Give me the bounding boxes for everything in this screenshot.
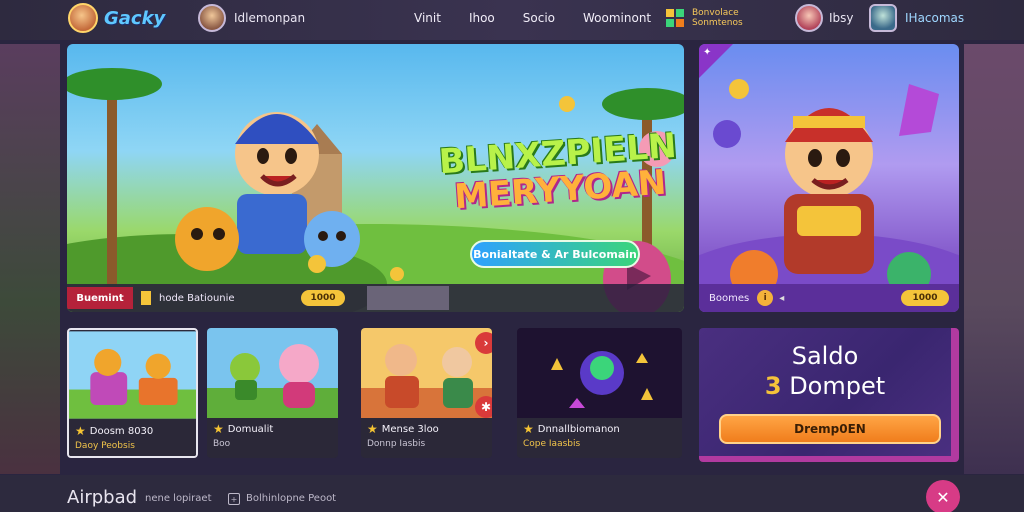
main-nav: Vinit Ihoo Socio Woominont [414,11,651,25]
top-nav-bar: Gacky Idlemonpan Vinit Ihoo Socio Woomin… [0,0,1024,40]
footer-subtitle: nene lopiraet [145,493,212,504]
wallet-amount-label: Dompet [789,372,886,400]
wallet-action-button[interactable]: Dremp0EN [719,414,941,444]
hero-bar-text: hode Batiounie [159,292,235,304]
promo-text: Bonvolace Sonmtenos [692,8,743,28]
friend-name: Ibsy [829,11,854,25]
game-tile-info: ★ Doosm 8030 Daoy Peobsis [69,420,196,456]
logo-avatar-icon [68,3,98,33]
game-tile-art [69,331,196,419]
sound-icon[interactable]: ◂ [779,293,784,304]
gift-cube-icon [666,9,684,27]
friend-profile[interactable]: Ibsy [795,4,854,32]
hero-bar-slot[interactable] [367,286,449,310]
footer-link[interactable]: Bolhinlopne Peoot [246,493,336,504]
hot-badge-icon: ✱ [475,396,492,418]
game-tile[interactable]: ★ Doosm 8030 Daoy Peobsis [67,328,198,458]
coin-box-icon [141,291,151,305]
coin-icon: i [757,290,774,306]
chat-fab-icon[interactable]: ✕ [926,480,960,512]
featured-info-bar: Boomes i ◂ 1000 [699,284,959,312]
user-profile[interactable]: Idlemonpan [198,4,305,32]
hero-cta-button[interactable]: Bonialtate & Ar Bulcomain [470,240,640,268]
nav-link-1[interactable]: Vinit [414,11,441,25]
star-icon: ★ [367,422,378,436]
game-tile-title: Dnnallbiomanon [537,423,620,435]
game-tile[interactable]: ★ Domualit Boo [207,328,338,458]
account-menu[interactable]: IHacomas [869,4,964,32]
featured-bar-value: 1000 [901,290,949,306]
hero-title: BLNXZPIELN MERYYOAN [437,126,681,218]
game-tile-info: ★ Dnnallbiomanon Cope Iaasbis [517,418,682,458]
wallet-amount: 3 Dompet [699,372,951,400]
hero-tag[interactable]: Buemint [67,287,133,309]
game-tile-title: Mense 3loo [381,423,439,435]
game-tile-info: ★ Domualit Boo [207,418,338,458]
game-tile[interactable]: › ✱ ★ Mense 3loo Donnp Iasbis [361,328,492,458]
game-tile-art [361,328,492,418]
star-icon: ★ [75,424,86,438]
footer-title: Airpbad [67,487,138,508]
wallet-title: Saldo [791,342,859,370]
game-tile-subtitle: Boo [213,439,231,449]
wallet-panel: Saldo 3 Dompet Dremp0EN [699,328,959,462]
logo-text: Gacky [104,7,166,29]
account-name: IHacomas [905,11,965,25]
game-tile-art [517,328,682,418]
left-background-art [0,44,60,474]
game-tile-art [207,328,338,418]
promo-link[interactable]: Bonvolace Sonmtenos [664,7,750,29]
sparkle-icon: ✦ [703,47,712,58]
nav-link-3[interactable]: Socio [523,11,555,25]
game-tile-subtitle: Cope Iaasbis [523,439,581,449]
star-icon: ★ [523,422,534,436]
nav-link-2[interactable]: Ihoo [469,11,495,25]
right-background-art [964,44,1024,474]
hero-bar-value: 1000 [301,290,345,306]
game-tile-subtitle: Donnp Iasbis [367,439,426,449]
star-icon: ★ [213,422,224,436]
user-name: Idlemonpan [234,11,306,25]
game-tile-info: ★ Mense 3loo Donnp Iasbis [361,418,492,458]
featured-banner[interactable]: ✦ Boomes i ◂ 1000 [699,44,959,312]
hero-banner[interactable]: BLNXZPIELN MERYYOAN Bonialtate & Ar Bulc… [67,44,684,312]
avatar [795,4,823,32]
hero-info-bar: Buemint hode Batiounie 1000 [67,284,684,312]
avatar [869,4,897,32]
wallet-amount-number: 3 [764,372,782,400]
game-tile-title: Domualit [227,423,274,435]
featured-illustration [699,79,959,312]
close-badge-icon[interactable]: › [475,332,492,354]
info-icon: + [228,493,240,505]
game-tile-subtitle: Daoy Peobsis [75,441,135,451]
game-tile[interactable]: ★ Dnnallbiomanon Cope Iaasbis [517,328,682,458]
logo[interactable]: Gacky [68,3,165,33]
featured-bar-text: Boomes [709,292,750,304]
game-tile-title: Doosm 8030 [89,425,154,437]
avatar [198,4,226,32]
nav-link-4[interactable]: Woominont [583,11,651,25]
